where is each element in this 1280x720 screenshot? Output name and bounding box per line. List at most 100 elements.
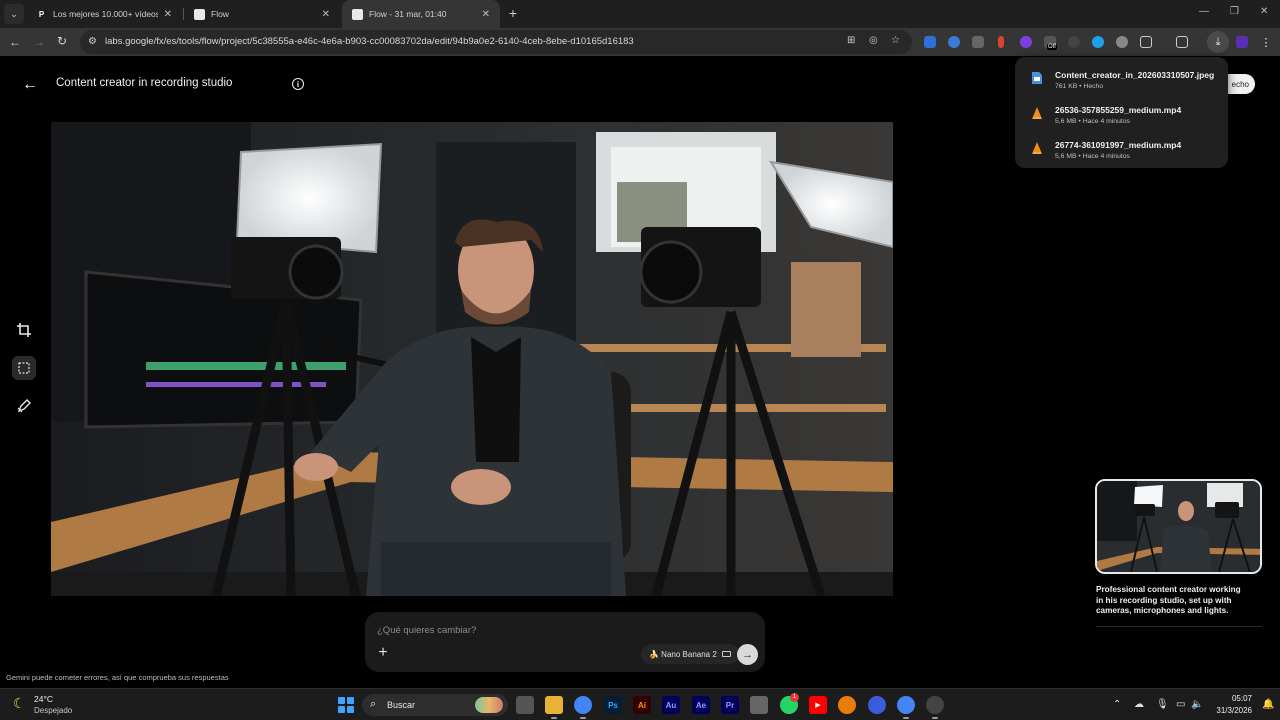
crop-tool-button[interactable]	[12, 318, 36, 342]
reading-list-icon[interactable]	[1176, 36, 1188, 48]
maximize-icon[interactable]: ❐	[1230, 6, 1239, 17]
close-icon[interactable]: ✕	[322, 9, 330, 20]
download-item[interactable]: 26536-357855259_medium.mp4 5,6 MB • Hace…	[1015, 100, 1228, 134]
forward-arrow-icon[interactable]: →	[33, 35, 45, 49]
file-explorer-icon[interactable]	[545, 696, 563, 719]
extension-icon[interactable]	[1116, 36, 1128, 48]
bookmark-star-icon[interactable]: ☆	[891, 35, 900, 46]
windows-start-button[interactable]	[338, 697, 354, 713]
recorder-icon[interactable]	[926, 696, 944, 719]
chrome-icon[interactable]	[897, 696, 915, 719]
prompt-input[interactable]	[377, 622, 747, 638]
send-button[interactable]: →	[737, 644, 758, 665]
menu-kebab-icon[interactable]: ⋮	[1260, 36, 1272, 49]
vlc-file-icon	[1032, 142, 1042, 154]
microphone-icon[interactable]: 🎙	[1156, 699, 1169, 710]
audition-icon[interactable]: Au	[662, 696, 680, 714]
download-item[interactable]: Content_creator_in_202603310507.jpeg 761…	[1015, 65, 1228, 99]
illustrator-icon[interactable]: Ai	[633, 696, 651, 714]
search-label: Buscar	[387, 700, 416, 710]
thumbnail-caption: Professional content creator working in …	[1096, 585, 1241, 615]
divider	[1096, 626, 1262, 627]
page-icon	[194, 8, 205, 20]
close-icon[interactable]: ✕	[164, 9, 172, 20]
extension-icon[interactable]	[1092, 36, 1104, 48]
task-view-icon[interactable]	[516, 696, 534, 714]
back-arrow-icon[interactable]: ←	[9, 35, 21, 49]
page-title: Content creator in recording studio	[56, 77, 233, 89]
back-button[interactable]: ←	[22, 76, 38, 94]
translate-icon[interactable]: ⊞	[847, 35, 855, 46]
app-icon[interactable]	[750, 696, 768, 714]
moon-weather-icon[interactable]: ☾	[13, 695, 26, 712]
notifications-bell-icon[interactable]: 🔔	[1262, 699, 1274, 710]
download-filename: 26774-361091997_medium.mp4	[1055, 140, 1182, 150]
add-button[interactable]: +	[375, 645, 391, 661]
url-text: labs.google/fx/es/tools/flow/project/5c3…	[105, 35, 634, 47]
volume-icon[interactable]: 🔈	[1191, 699, 1203, 710]
cloud-icon[interactable]: ☁	[1134, 699, 1144, 710]
extension-icon[interactable]	[924, 36, 936, 48]
search-highlight-image	[475, 697, 503, 713]
downloads-popup: Content_creator_in_202603310507.jpeg 761…	[1015, 57, 1228, 168]
extensions-puzzle-icon[interactable]	[1140, 36, 1152, 48]
tab-title: Flow	[211, 9, 229, 19]
site-info-icon[interactable]: ⚙	[88, 36, 97, 47]
edit-brush-tool-button[interactable]	[12, 394, 36, 418]
youtube-icon[interactable]: ▶	[809, 696, 827, 714]
tab-flow[interactable]: Flow ✕	[184, 0, 340, 28]
clock-time[interactable]: 05:07	[1229, 694, 1252, 703]
reload-icon[interactable]: ↻	[57, 34, 67, 48]
model-label: 🍌 Nano Banana 2	[649, 649, 717, 659]
weather-temperature[interactable]: 24°C	[34, 694, 53, 704]
vlc-file-icon	[1032, 107, 1042, 119]
chevron-up-icon[interactable]: ⌃	[1113, 699, 1121, 710]
clock-date[interactable]: 31/3/2026	[1213, 706, 1252, 715]
close-icon[interactable]: ✕	[482, 9, 490, 20]
new-tab-button[interactable]: +	[505, 6, 521, 22]
generated-image[interactable]	[51, 122, 893, 596]
app-icon[interactable]	[868, 696, 886, 714]
search-icon: ⌕	[370, 698, 377, 710]
chrome-icon[interactable]	[574, 696, 592, 719]
tab-title: Flow - 31 mar, 01:40	[369, 9, 447, 19]
download-meta: 761 KB • Hecho	[1055, 83, 1104, 90]
edit-prompt-box: + 🍌 Nano Banana 2 →	[365, 612, 765, 672]
extension-badge: Off	[1047, 44, 1057, 50]
download-icon[interactable]: ⤓	[1207, 31, 1229, 53]
premiere-icon[interactable]: Pr	[721, 696, 739, 714]
studio-photo	[51, 122, 893, 596]
eye-off-icon[interactable]: ◎	[869, 35, 878, 46]
network-icon[interactable]: ▭	[1176, 699, 1185, 710]
extension-icon[interactable]	[1020, 36, 1032, 48]
select-tool-button[interactable]	[12, 356, 36, 380]
selection-icon	[18, 362, 30, 374]
download-item[interactable]: 26774-361091997_medium.mp4 5,6 MB • Hace…	[1015, 135, 1228, 169]
extension-icon[interactable]	[948, 36, 960, 48]
model-selector[interactable]: 🍌 Nano Banana 2	[641, 644, 739, 664]
tab-flow-active[interactable]: Flow - 31 mar, 01:40 ✕	[342, 0, 500, 28]
blender-icon[interactable]	[838, 696, 856, 714]
minimize-icon[interactable]: —	[1199, 6, 1209, 17]
photoshop-icon[interactable]: Ps	[604, 696, 622, 714]
taskbar-search[interactable]: ⌕ Buscar	[362, 694, 508, 716]
pencil-icon	[17, 399, 31, 413]
tab-search-button[interactable]: ⌄	[4, 4, 24, 24]
thumbnail-photo	[1097, 481, 1260, 572]
extension-icon[interactable]	[972, 36, 984, 48]
extension-icon[interactable]	[1068, 36, 1080, 48]
weather-description[interactable]: Despejado	[34, 706, 72, 715]
close-window-icon[interactable]: ✕	[1260, 6, 1268, 17]
extension-icon[interactable]	[998, 36, 1004, 48]
profile-icon[interactable]	[1236, 36, 1248, 48]
tab-pexels[interactable]: P Los mejores 10.000+ vídeos de ✕	[26, 0, 182, 28]
taskbar: ☾ 24°C Despejado ⌕ Buscar Ps Ai Au Ae Pr…	[0, 688, 1280, 720]
download-filename: 26536-357855259_medium.mp4	[1055, 105, 1182, 115]
info-icon[interactable]: i	[292, 78, 304, 90]
download-meta: 5,6 MB • Hace 4 minutos	[1055, 153, 1130, 160]
after-effects-icon[interactable]: Ae	[692, 696, 710, 714]
address-bar[interactable]: ⚙ labs.google/fx/es/tools/flow/project/5…	[80, 30, 912, 54]
done-chip[interactable]: echo	[1225, 74, 1255, 94]
image-thumbnail[interactable]	[1095, 479, 1262, 574]
download-filename: Content_creator_in_202603310507.jpeg	[1055, 70, 1215, 80]
